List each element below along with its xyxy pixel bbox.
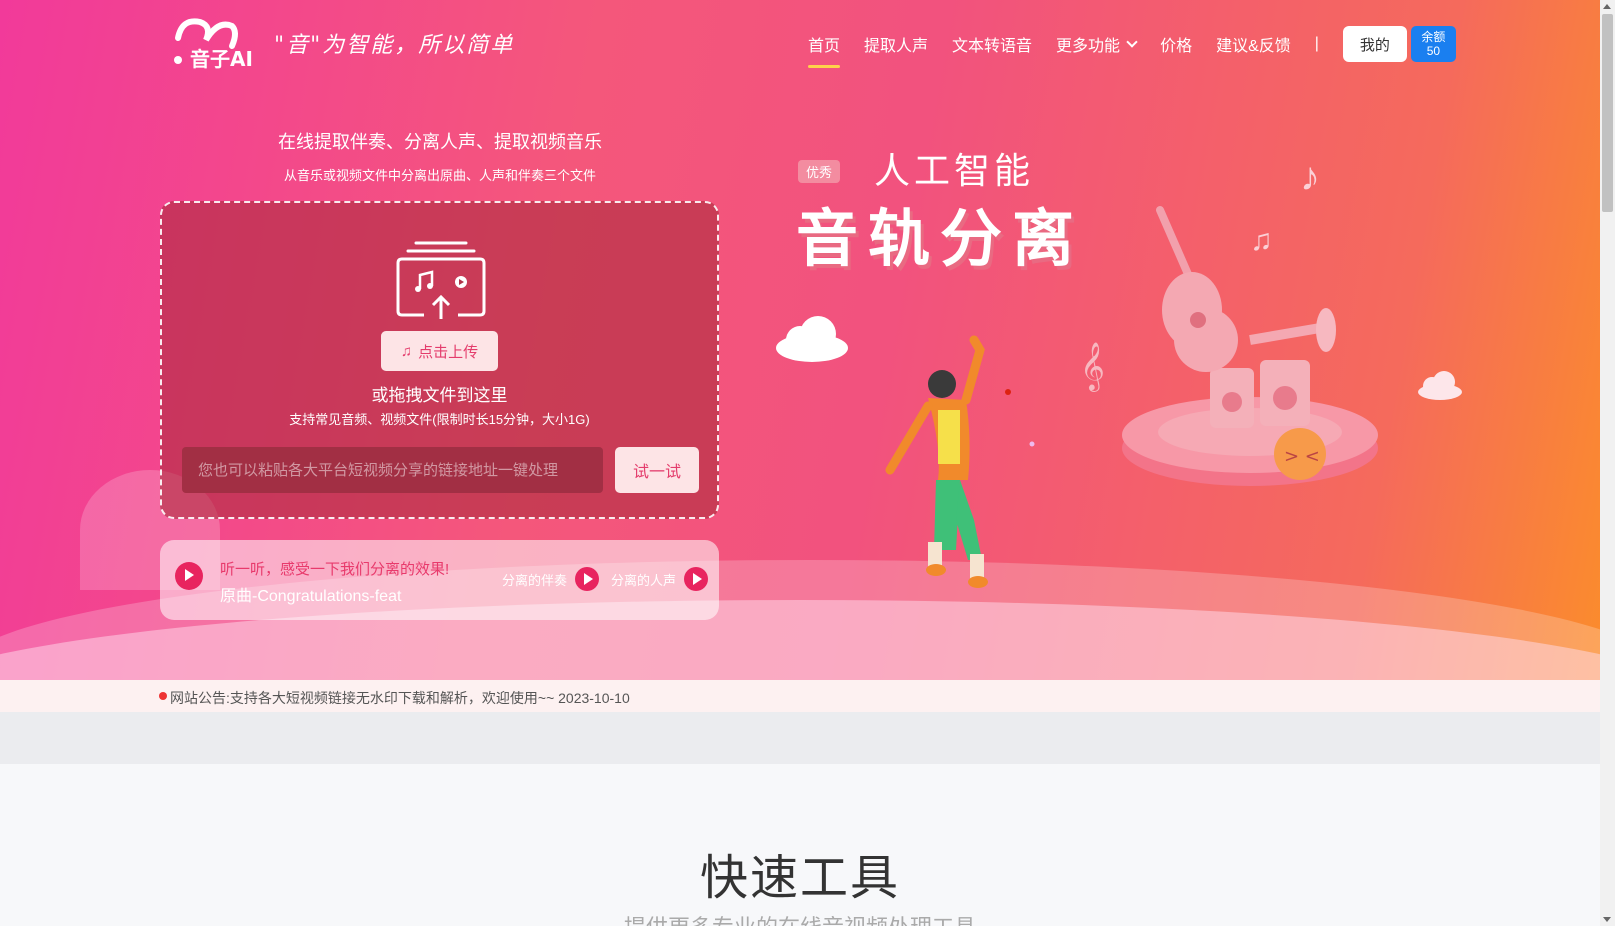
nav-pricing[interactable]: 价格	[1160, 32, 1192, 56]
accompaniment-label: 分离的伴奏	[502, 572, 568, 588]
upload-title: 在线提取伴奏、分离人声、提取视频音乐	[278, 132, 602, 152]
balance-value: 50	[1426, 44, 1441, 58]
logo-slogan: "音"为智能，所以简单	[274, 33, 515, 58]
section-divider	[0, 712, 1600, 764]
upload-music-icon	[396, 241, 486, 319]
dancer-illustration	[885, 335, 988, 588]
announcement-dot-icon	[159, 692, 167, 700]
hero-ai-text: 人工智能	[874, 151, 1035, 192]
music-note-icon: ♫	[1250, 224, 1273, 257]
hero-headline: 音轨分离	[796, 205, 1085, 274]
music-note-icon: ♫	[400, 342, 413, 360]
upload-dropzone[interactable]: ♫ 点击上传 或拖拽文件到这里 支持常见音频、视频文件(限制时长15分钟，大小1…	[160, 201, 719, 519]
announcement-bar: 网站公告:支持各大短视频链接无水印下载和解析，欢迎使用~~ 2023-10-10	[0, 680, 1600, 712]
nav-divider: |	[1314, 35, 1319, 52]
try-button[interactable]: 试一试	[615, 447, 699, 493]
quick-tools-title: 快速工具	[699, 852, 900, 905]
scroll-up-icon[interactable]	[1603, 4, 1611, 9]
scroll-down-icon[interactable]	[1603, 917, 1611, 922]
page-scrollbar[interactable]	[1600, 0, 1615, 926]
badge-excellent: 优秀	[798, 160, 841, 183]
demo-track-name: 原曲-Congratulations-feat	[220, 588, 402, 605]
logo-text: 音子AI	[190, 47, 253, 70]
play-vocal-icon[interactable]	[684, 567, 709, 591]
cloud-icon	[1418, 371, 1462, 400]
play-accompaniment-icon[interactable]	[575, 567, 600, 591]
link-input[interactable]	[182, 447, 603, 493]
nav-more[interactable]: 更多功能	[1056, 32, 1138, 56]
upload-drag-text: 或拖拽文件到这里	[371, 386, 508, 405]
upload-button-label: 点击上传	[418, 343, 479, 361]
chevron-down-icon	[1126, 36, 1138, 48]
music-note-icon: ♪	[1300, 155, 1320, 199]
upload-button[interactable]: ♫ 点击上传	[381, 331, 498, 371]
logo-mark: 音子AI	[160, 16, 264, 71]
scroll-thumb[interactable]	[1602, 14, 1613, 212]
nav-tts[interactable]: 文本转语音	[952, 32, 1032, 56]
svg-text:> <: > <	[1284, 446, 1320, 467]
hero-section: 音子AI "音"为智能，所以简单 首页 提取人声 文本转语音 更多功能 价格 建…	[0, 0, 1600, 680]
main-nav: 首页 提取人声 文本转语音 更多功能 价格 建议&反馈 | 我的 余额 50	[808, 26, 1456, 68]
cloud-icon	[776, 316, 848, 362]
vocal-label: 分离的人声	[611, 572, 677, 588]
logo[interactable]: 音子AI "音"为智能，所以简单	[160, 16, 515, 71]
nav-extract-vocal[interactable]: 提取人声	[864, 32, 928, 56]
demo-player: 听一听，感受一下我们分离的效果! 原曲-Congratulations-feat…	[160, 540, 719, 620]
play-original-icon[interactable]	[175, 562, 203, 590]
quick-tools-subtitle: 提供更多专业的在线音视频处理工具	[0, 910, 1600, 926]
nav-home[interactable]: 首页	[808, 32, 841, 68]
nav-feedback[interactable]: 建议&反馈	[1216, 32, 1291, 56]
balance-label: 余额	[1421, 30, 1446, 44]
nav-more-label: 更多功能	[1056, 38, 1121, 55]
upload-subtitle: 从音乐或视频文件中分离出原曲、人声和伴奏三个文件	[283, 168, 596, 183]
upload-hint: 支持常见音频、视频文件(限制时长15分钟，大小1G)	[289, 412, 590, 427]
mine-button[interactable]: 我的	[1342, 26, 1407, 62]
music-note-icon: 𝄞	[1080, 342, 1105, 392]
demo-actions: 分离的伴奏 分离的人声	[502, 567, 709, 591]
announcement-text[interactable]: 网站公告:支持各大短视频链接无水印下载和解析，欢迎使用~~ 2023-10-10	[170, 688, 630, 708]
demo-prompt: 听一听，感受一下我们分离的效果!	[220, 561, 450, 578]
balance-badge[interactable]: 余额 50	[1410, 26, 1456, 62]
